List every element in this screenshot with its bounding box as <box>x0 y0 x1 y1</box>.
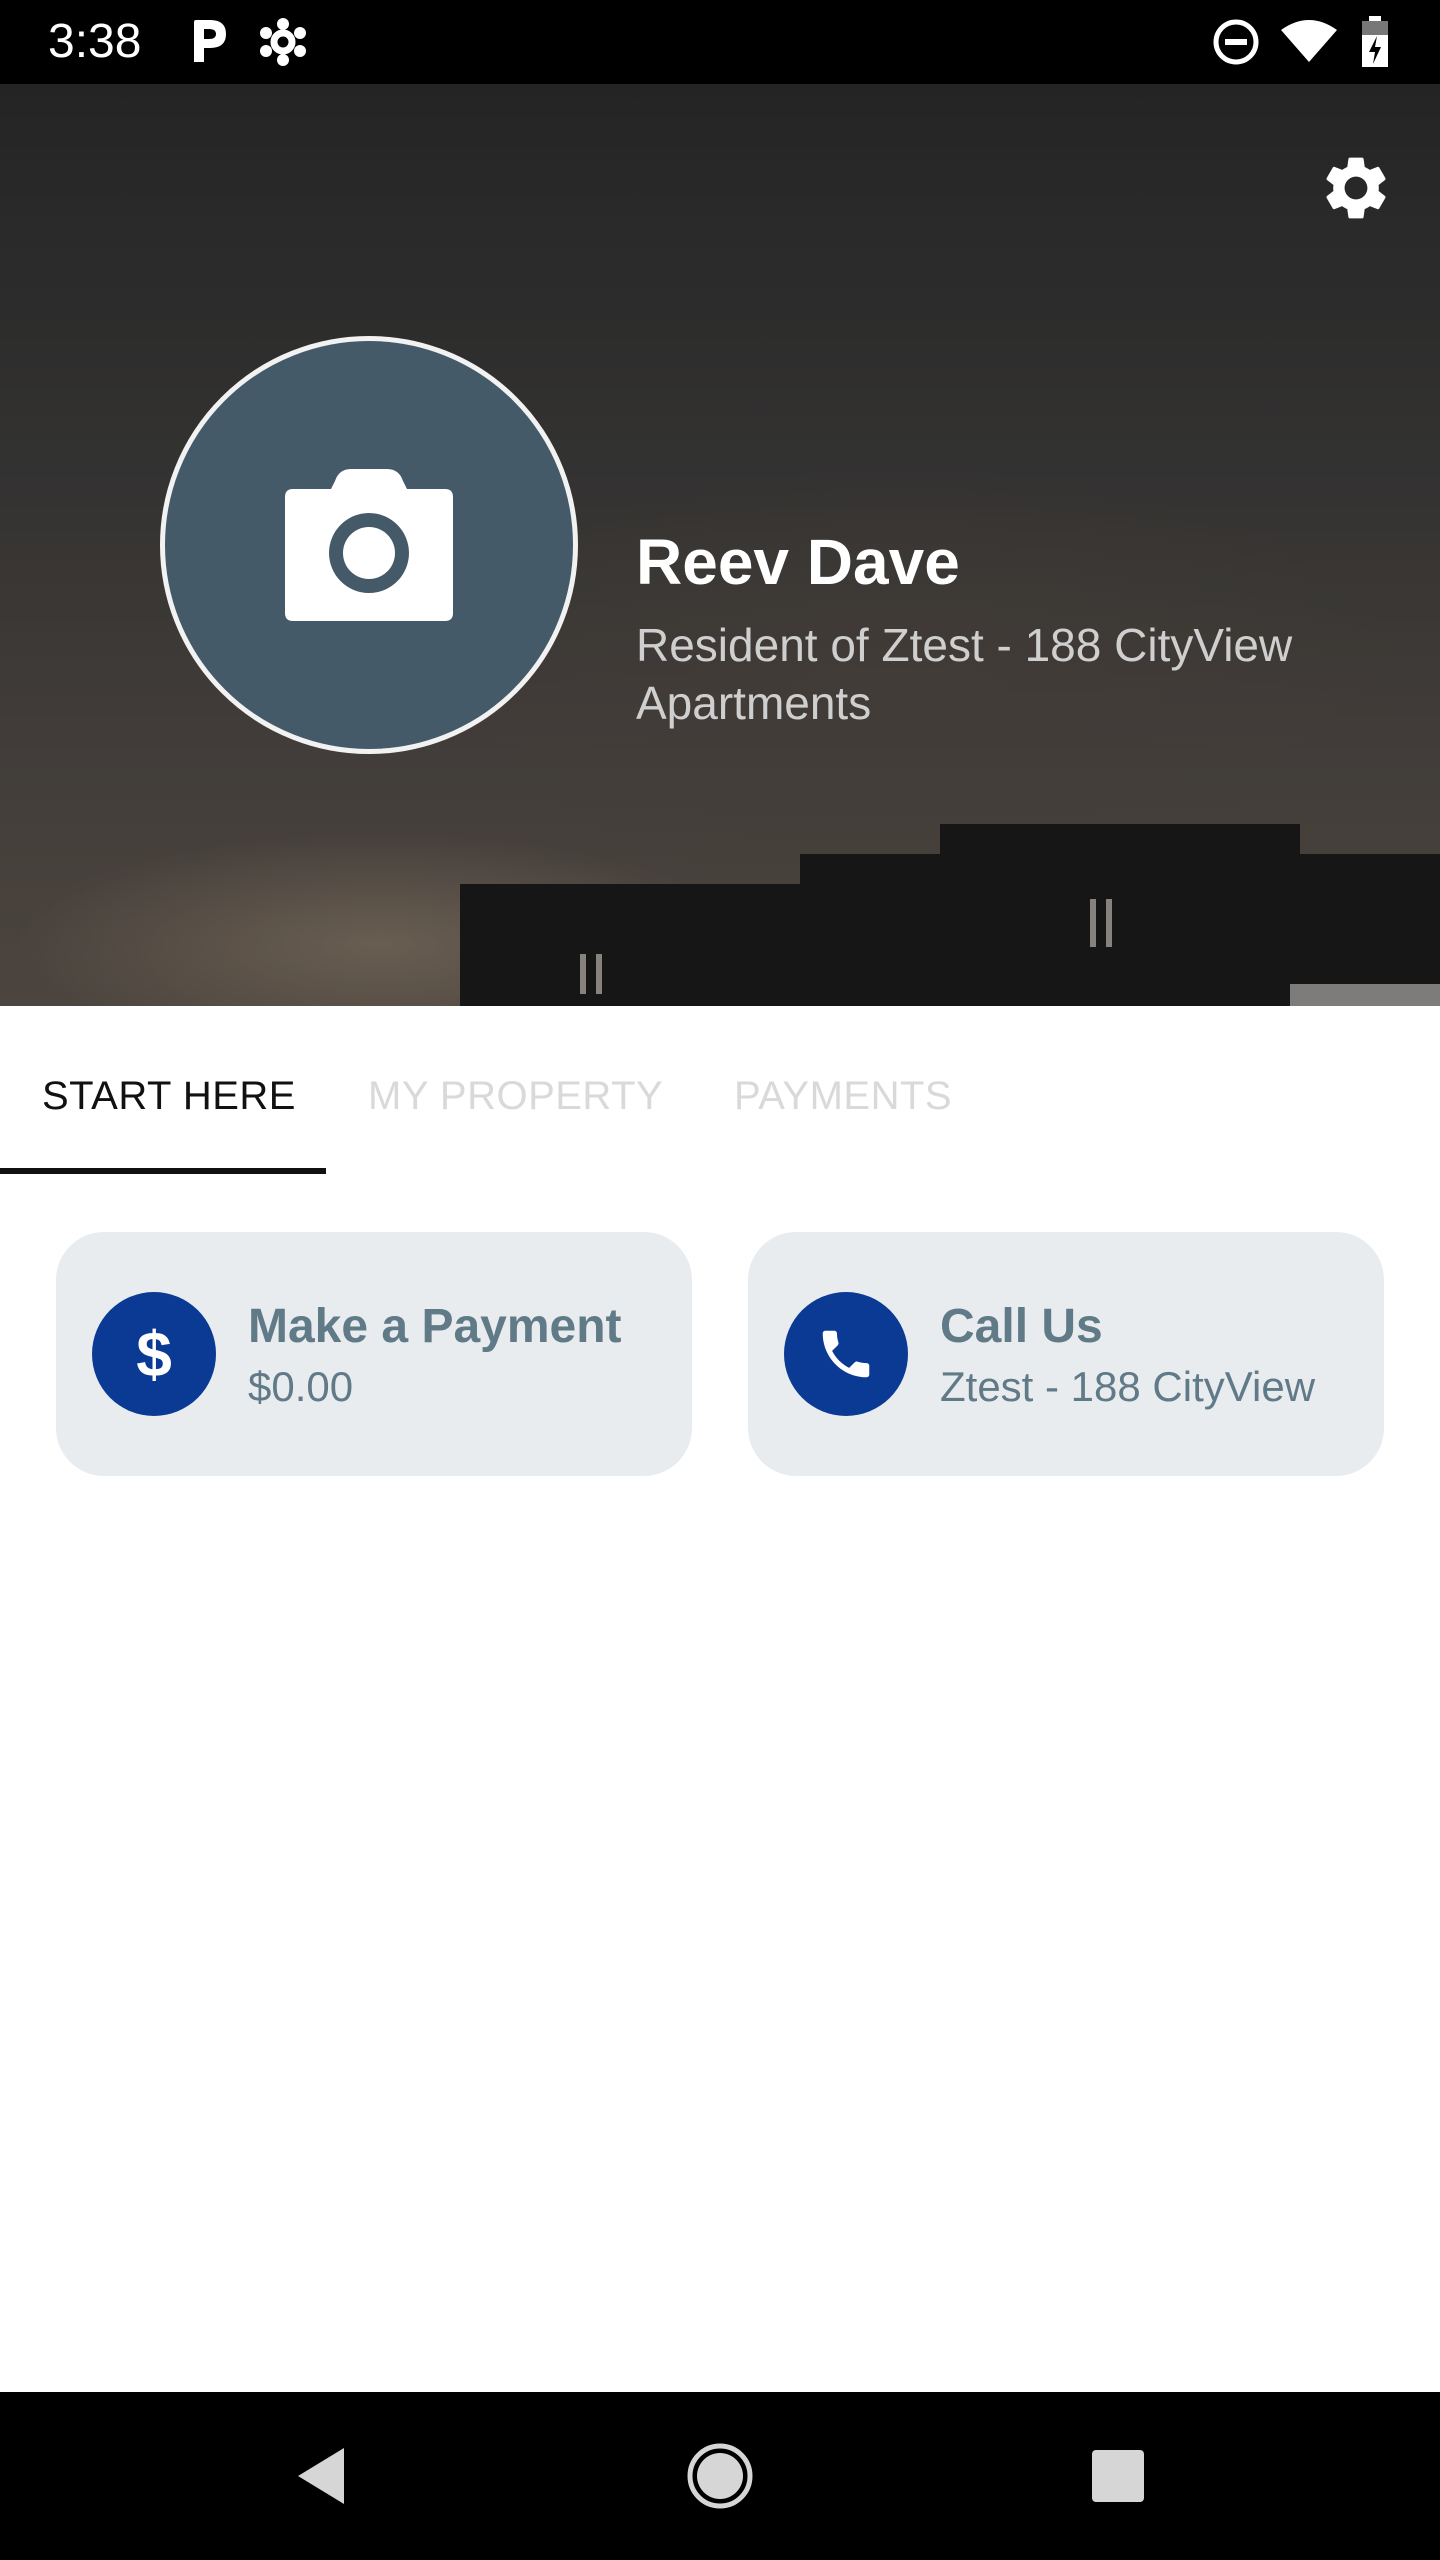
tab-start-here[interactable]: START HERE <box>42 1068 296 1124</box>
phone-icon <box>784 1292 908 1416</box>
call-us-card[interactable]: Call Us Ztest - 188 CityView <box>748 1232 1384 1476</box>
status-time: 3:38 <box>48 15 142 68</box>
status-bar: 3:38 <box>0 0 1440 84</box>
tab-my-property[interactable]: MY PROPERTY <box>368 1068 663 1124</box>
profile-header: Reev Dave Resident of Ztest - 188 CityVi… <box>0 84 1440 1006</box>
card-title: Call Us <box>940 1300 1103 1353</box>
do-not-disturb-icon <box>1212 18 1260 71</box>
system-nav-bar <box>0 2392 1440 2560</box>
tab-payments[interactable]: PAYMENTS <box>734 1068 952 1124</box>
settings-button[interactable] <box>1312 144 1400 232</box>
profile-subtitle: Resident of Ztest - 188 CityView Apartme… <box>636 619 1293 729</box>
back-button[interactable] <box>260 2392 380 2560</box>
home-icon <box>687 2443 753 2509</box>
payment-amount: $0.00 <box>248 1363 354 1410</box>
profile-name: Reev Dave <box>636 526 960 598</box>
back-icon <box>298 2448 344 2504</box>
home-button[interactable] <box>660 2392 780 2560</box>
tab-bar: START HERE MY PROPERTY PAYMENTS <box>0 1006 1440 1174</box>
wifi-icon <box>1280 20 1338 69</box>
recents-icon <box>1092 2450 1144 2502</box>
camera-icon <box>285 469 453 621</box>
parking-app-icon <box>188 18 230 69</box>
battery-charging-icon <box>1360 16 1390 73</box>
tab-indicator <box>0 1168 326 1174</box>
settings-cog-icon <box>258 18 308 71</box>
property-name: Ztest - 188 CityView <box>940 1363 1316 1410</box>
avatar[interactable] <box>160 336 578 754</box>
dollar-icon: $ <box>92 1292 216 1416</box>
recents-button[interactable] <box>1058 2392 1178 2560</box>
gear-icon <box>1326 157 1386 219</box>
card-title: Make a Payment <box>248 1300 622 1353</box>
make-payment-card[interactable]: $ Make a Payment $0.00 <box>56 1232 692 1476</box>
